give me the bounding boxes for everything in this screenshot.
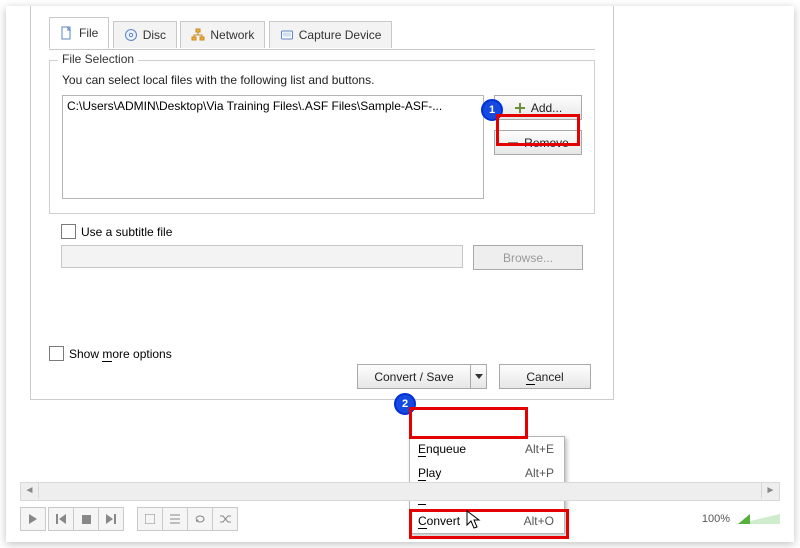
convert-save-label: Convert / Save xyxy=(374,370,453,384)
cancel-button[interactable]: Cancel xyxy=(499,364,591,389)
disc-icon xyxy=(124,28,138,42)
cancel-button-label: Cancel xyxy=(526,370,563,384)
tab-file[interactable]: File xyxy=(49,17,109,49)
plus-icon xyxy=(514,102,526,114)
open-media-dialog: File Disc Network Capture Device xyxy=(30,6,614,400)
tab-capture-label: Capture Device xyxy=(299,28,382,42)
minus-icon xyxy=(507,137,519,149)
file-selection-help: You can select local files with the foll… xyxy=(62,73,582,87)
player-toolbar: 100% xyxy=(20,506,780,532)
convert-save-dropdown[interactable] xyxy=(470,364,487,389)
tab-disc[interactable]: Disc xyxy=(113,21,177,48)
menu-item-enqueue[interactable]: Enqueue Alt+E xyxy=(410,437,564,461)
horizontal-scrollbar[interactable]: ◄ ► xyxy=(20,482,780,501)
network-icon xyxy=(191,28,205,42)
subtitle-path-input xyxy=(61,245,463,268)
annotation-highlight-convert-save xyxy=(409,407,528,439)
file-selection-group: File Selection You can select local file… xyxy=(49,60,595,214)
annotation-badge-2: 2 xyxy=(394,393,416,415)
zoom-level: 100% xyxy=(702,513,730,525)
show-more-options-checkbox[interactable] xyxy=(49,346,64,361)
prev-track-button[interactable] xyxy=(48,507,74,531)
tab-network-label: Network xyxy=(210,28,254,42)
add-button-label: Add... xyxy=(531,101,562,115)
remove-button[interactable]: Remove xyxy=(494,130,582,155)
tab-capture[interactable]: Capture Device xyxy=(269,21,393,48)
loop-button[interactable] xyxy=(187,507,213,531)
show-more-options-label: Show more options xyxy=(69,347,172,361)
mouse-cursor-icon xyxy=(466,510,482,530)
add-button[interactable]: Add... xyxy=(494,95,582,120)
fullscreen-button[interactable] xyxy=(137,507,163,531)
dialog-buttons: Convert / Save Cancel xyxy=(357,364,591,389)
annotation-badge-1: 1 xyxy=(481,99,503,121)
shuffle-button[interactable] xyxy=(212,507,238,531)
convert-save-split-button[interactable]: Convert / Save xyxy=(357,364,487,389)
file-selection-legend: File Selection xyxy=(58,52,138,66)
tab-disc-label: Disc xyxy=(143,28,166,42)
volume-indicator[interactable] xyxy=(738,514,780,524)
browse-button-label: Browse... xyxy=(503,251,553,265)
browse-button: Browse... xyxy=(473,245,583,270)
playlist-button[interactable] xyxy=(162,507,188,531)
scroll-right-icon[interactable]: ► xyxy=(761,483,779,498)
file-icon xyxy=(60,26,74,40)
file-listbox[interactable]: C:\Users\ADMIN\Desktop\Via Training File… xyxy=(62,95,484,199)
tab-file-label: File xyxy=(79,26,98,40)
scroll-left-icon[interactable]: ◄ xyxy=(21,483,39,498)
tab-network[interactable]: Network xyxy=(180,21,265,48)
file-list-item[interactable]: C:\Users\ADMIN\Desktop\Via Training File… xyxy=(67,99,479,113)
capture-icon xyxy=(280,28,294,42)
play-button[interactable] xyxy=(20,507,46,531)
remove-button-label: Remove xyxy=(524,136,569,150)
use-subtitle-checkbox[interactable] xyxy=(61,224,76,239)
source-tabs: File Disc Network Capture Device xyxy=(49,16,595,50)
use-subtitle-label: Use a subtitle file xyxy=(81,225,172,239)
next-track-button[interactable] xyxy=(98,507,124,531)
stop-button[interactable] xyxy=(73,507,99,531)
chevron-down-icon xyxy=(475,374,483,379)
